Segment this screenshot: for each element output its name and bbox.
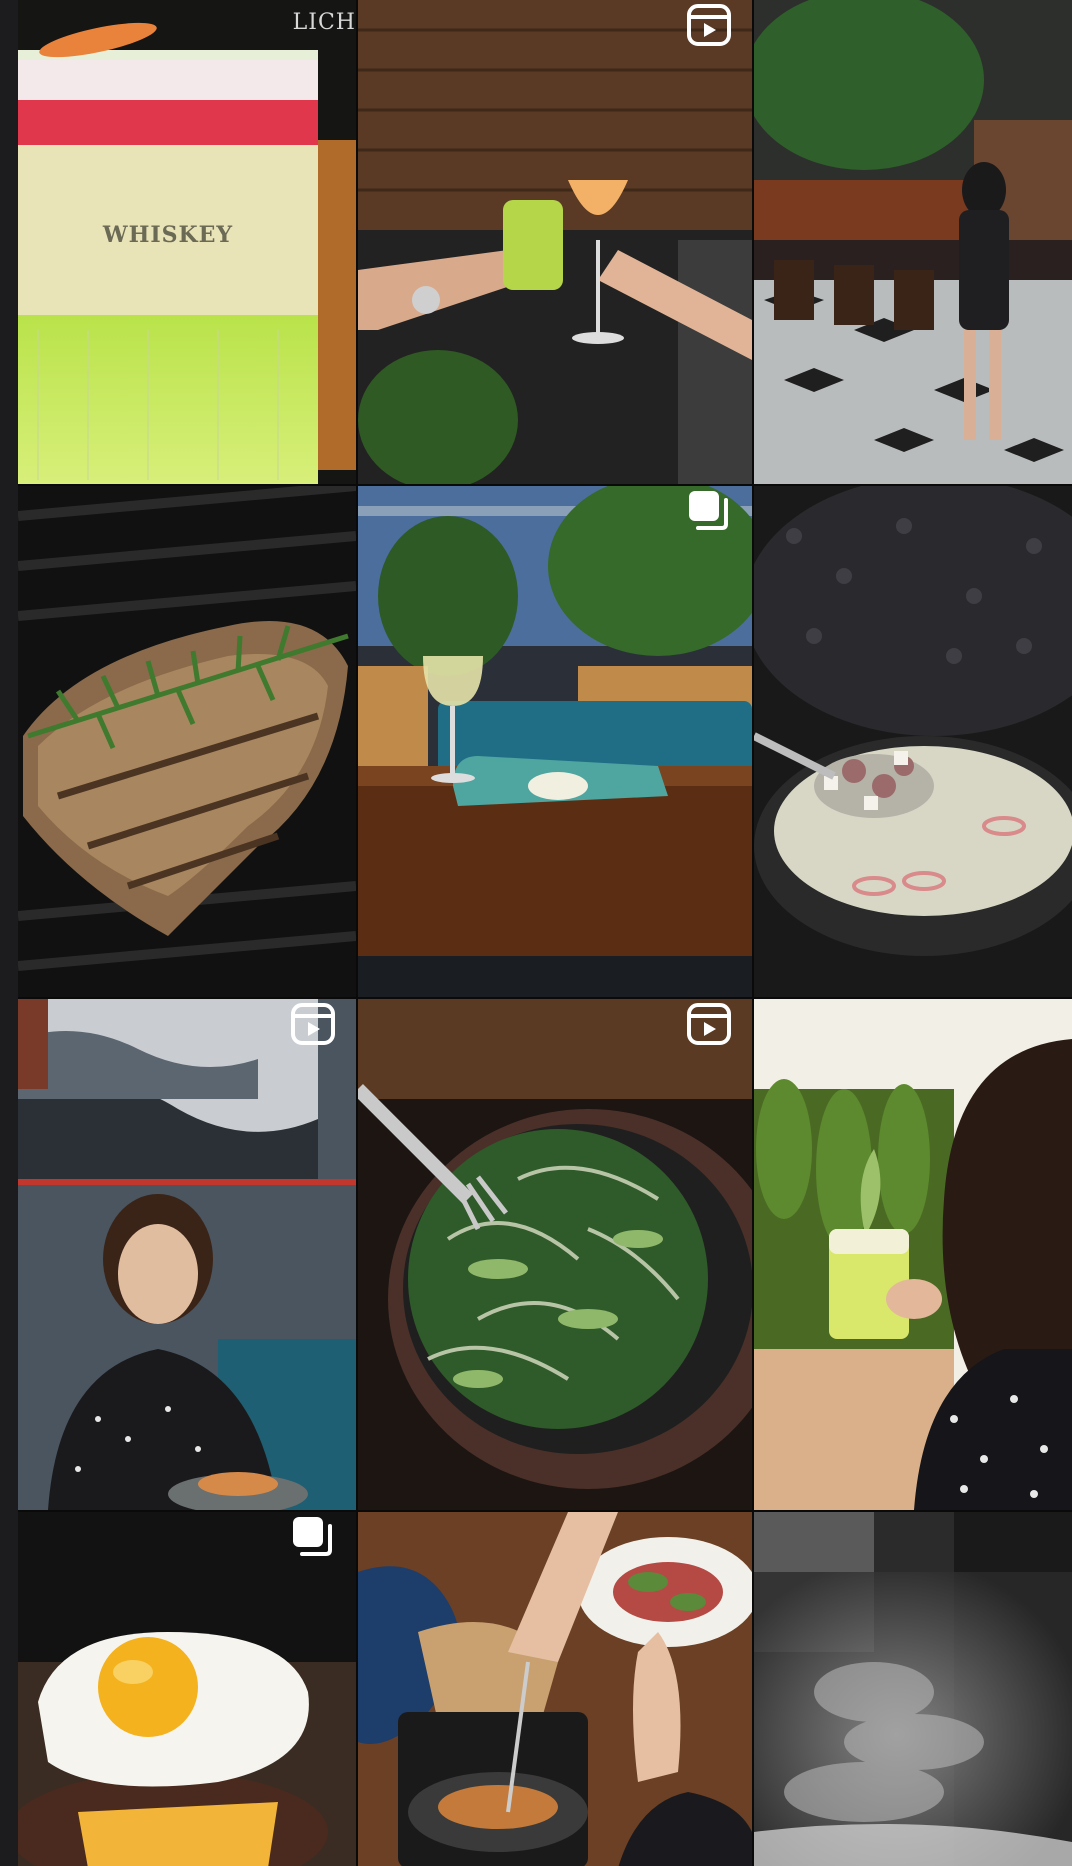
post-tile-wine-table-blue-sofa[interactable] [358,486,752,997]
reel-icon [290,1001,336,1047]
post-tile-hands-sharing-food[interactable] [358,1512,752,1866]
post-tile-whiskey-cocktail[interactable]: WHISKEY LICH [18,0,356,484]
post-tile-soup-bowl-spoon[interactable] [754,486,1072,997]
post-grid: WHISKEY LICH [18,0,1072,1866]
post-tile-burger-fried-egg[interactable] [18,1512,356,1866]
post-image-woman-eating [18,999,356,1510]
post-tile-woman-eating[interactable] [18,999,356,1510]
post-tile-woman-holding-drink[interactable] [754,999,1072,1510]
post-image-grilled-steak-rosemary [18,486,356,997]
post-image-burger-fried-egg [18,1512,356,1866]
post-image-steam-monochrome [754,1512,1072,1866]
post-tile-grilled-steak-rosemary[interactable] [18,486,356,997]
carousel-icon [686,488,732,534]
post-tile-cheers-drinks[interactable] [358,0,752,484]
reel-icon [686,1001,732,1047]
post-image-greens-salad-pan [358,999,752,1510]
post-tile-steam-monochrome[interactable] [754,1512,1072,1866]
post-tile-woman-restaurant-interior[interactable] [754,0,1072,484]
post-image-woman-holding-drink [754,999,1072,1510]
post-image-hands-sharing-food [358,1512,752,1866]
carousel-icon [290,1514,336,1560]
post-image-woman-restaurant-interior [754,0,1072,484]
post-image-wine-table-blue-sofa [358,486,752,997]
post-overlay-text: WHISKEY [102,222,234,248]
post-corner-text: LICH [292,10,356,35]
profile-grid-page: WHISKEY LICH [0,0,1072,1866]
reel-icon [686,2,732,48]
post-image-cheers-drinks [358,0,752,484]
post-tile-greens-salad-pan[interactable] [358,999,752,1510]
post-image-soup-bowl-spoon [754,486,1072,997]
